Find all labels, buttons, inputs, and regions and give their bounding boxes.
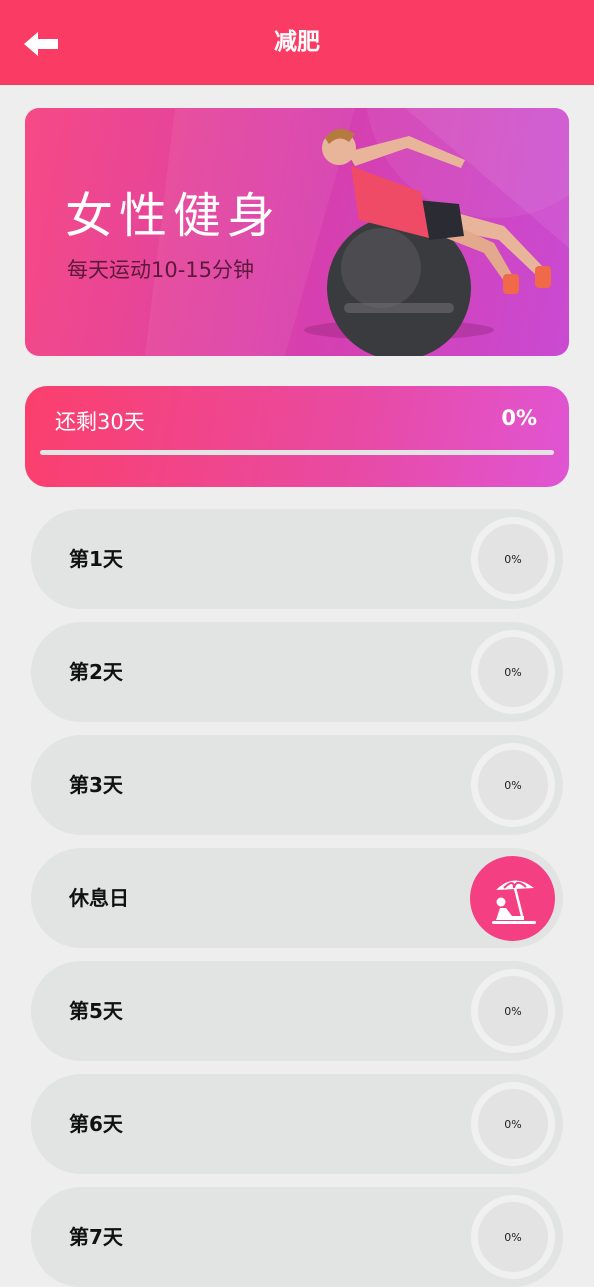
back-button[interactable] [18,24,66,64]
day-label: 休息日 [69,886,129,910]
hero-banner[interactable]: 女性健身 每天运动10-15分钟 [25,108,569,356]
progress-ring: 0% [471,969,555,1053]
day-percent: 0% [504,552,522,566]
progress-card: 还剩30天 0% [25,386,569,487]
progress-ring: 0% [471,743,555,827]
day-item[interactable]: 第3天 0% [31,735,563,835]
day-item[interactable]: 第5天 0% [31,961,563,1061]
woman-on-exercise-ball-illustration [304,128,551,356]
day-label: 第2天 [69,660,123,684]
day-percent: 0% [504,1117,522,1131]
progress-ring: 0% [471,630,555,714]
day-percent: 0% [504,1004,522,1018]
beach-umbrella-rest-icon [470,856,555,941]
top-bar: 减肥 [0,0,594,85]
overall-percent: 0% [501,406,537,430]
day-percent: 0% [504,1230,522,1244]
progress-ring: 0% [471,517,555,601]
day-label: 第6天 [69,1112,123,1136]
day-item[interactable]: 第7天 0% [31,1187,563,1287]
day-label: 第7天 [69,1225,123,1249]
progress-ring: 0% [471,1082,555,1166]
progress-ring: 0% [471,1195,555,1279]
day-percent: 0% [504,665,522,679]
days-remaining-text: 还剩30天 [55,410,145,434]
day-label: 第5天 [69,999,123,1023]
progress-track [40,450,554,455]
day-label: 第1天 [69,547,123,571]
day-label: 第3天 [69,773,123,797]
day-item[interactable]: 第1天 0% [31,509,563,609]
banner-subtitle: 每天运动10-15分钟 [67,258,255,282]
page-title: 减肥 [274,29,320,55]
rest-day-item[interactable]: 休息日 [31,848,563,948]
day-percent: 0% [504,778,522,792]
banner-title: 女性健身 [65,188,282,244]
day-item[interactable]: 第2天 0% [31,622,563,722]
arrow-left-icon [24,32,58,56]
day-item[interactable]: 第6天 0% [31,1074,563,1174]
